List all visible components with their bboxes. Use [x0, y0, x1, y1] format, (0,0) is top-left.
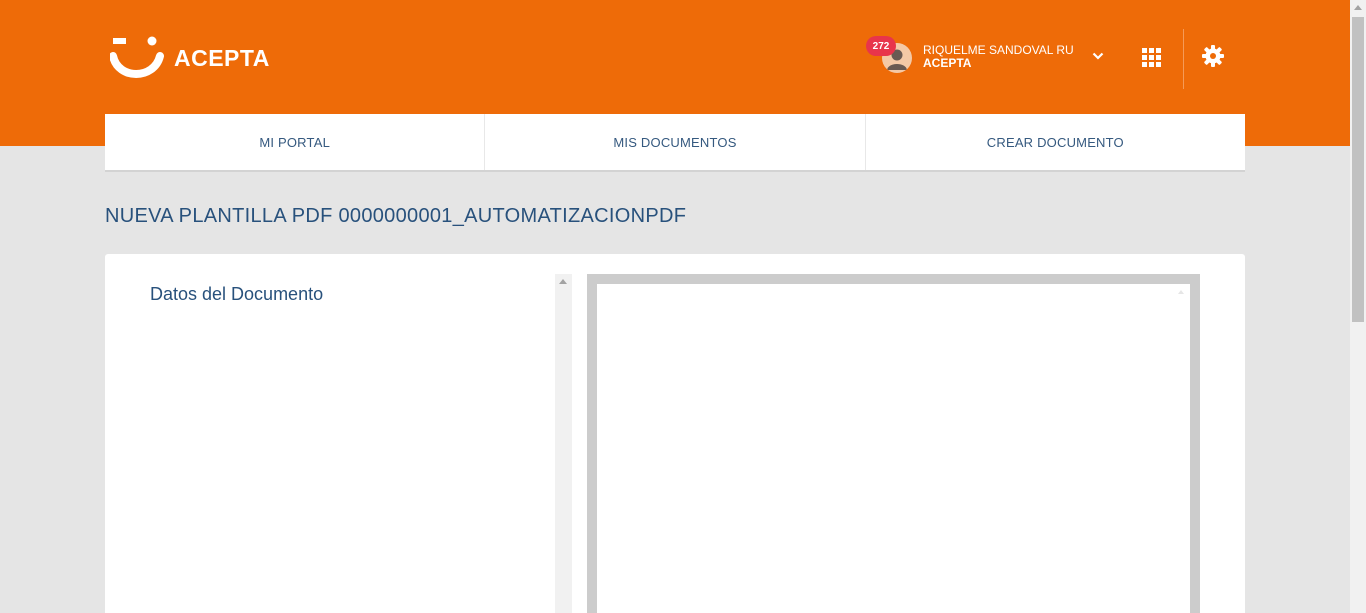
user-menu[interactable]: 272 RIQUELME SANDOVAL RU... ACEPTA	[866, 34, 1111, 78]
brand-name: ACEPTA	[174, 44, 270, 71]
document-card: Datos del Documento	[105, 254, 1245, 613]
page-scrollbar[interactable]	[1350, 0, 1366, 613]
scroll-up-arrow-icon[interactable]	[559, 279, 567, 284]
user-info: RIQUELME SANDOVAL RU... ACEPTA	[923, 44, 1073, 70]
section-title: Datos del Documento	[150, 284, 324, 304]
header-divider	[1183, 29, 1184, 89]
grid-apps-icon[interactable]	[1142, 48, 1161, 67]
notification-badge[interactable]: 272	[866, 36, 896, 56]
pdf-preview-page[interactable]	[597, 284, 1190, 613]
brand-logo[interactable]: ACEPTA	[110, 36, 270, 80]
page-scroll-up-arrow-icon[interactable]	[1354, 5, 1362, 10]
nav-mi-portal[interactable]: MI PORTAL	[105, 114, 486, 170]
page-scrollbar-thumb[interactable]	[1352, 17, 1364, 322]
preview-scroll-up-arrow-icon[interactable]	[1178, 290, 1184, 294]
main-navigation: MI PORTAL MIS DOCUMENTOS CREAR DOCUMENTO	[105, 114, 1245, 172]
acepta-logo-icon	[110, 36, 164, 78]
chevron-down-icon[interactable]	[1092, 51, 1104, 61]
pdf-preview	[587, 274, 1200, 613]
form-scrollbar[interactable]	[555, 274, 572, 613]
nav-mis-documentos[interactable]: MIS DOCUMENTOS	[485, 114, 866, 170]
gear-icon[interactable]	[1202, 45, 1224, 67]
user-organization: ACEPTA	[923, 56, 972, 70]
page-title: NUEVA PLANTILLA PDF 0000000001_AUTOMATIZ…	[105, 205, 687, 227]
nav-crear-documento[interactable]: CREAR DOCUMENTO	[866, 114, 1245, 170]
